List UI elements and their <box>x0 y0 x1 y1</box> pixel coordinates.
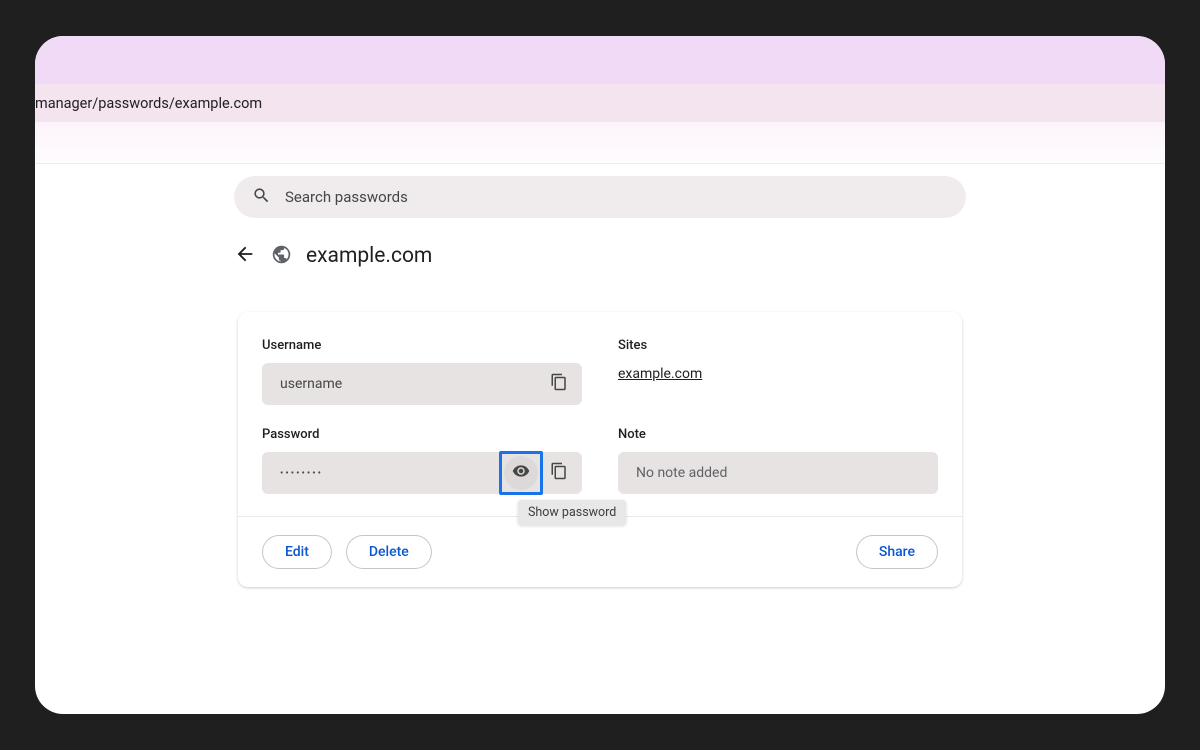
url-text: manager/passwords/example.com <box>35 95 262 112</box>
note-box: No note added <box>618 452 938 494</box>
username-value: username <box>280 376 538 392</box>
page-header: example.com <box>234 244 966 268</box>
show-password-tooltip: Show password <box>518 500 626 525</box>
note-label: Note <box>618 427 938 442</box>
password-input-wrap: •••••••• <box>262 452 582 494</box>
username-label: Username <box>262 338 582 353</box>
search-icon <box>252 186 271 209</box>
username-field: Username username <box>262 338 582 405</box>
copy-username-button[interactable] <box>542 367 576 401</box>
content-area: Search passwords example.com Username <box>35 164 1165 587</box>
password-label: Password <box>262 427 582 442</box>
password-card: Username username Sites example.com <box>238 312 962 587</box>
globe-icon <box>271 244 292 269</box>
share-button[interactable]: Share <box>856 535 938 569</box>
edit-button[interactable]: Edit <box>262 535 332 569</box>
username-input-wrap: username <box>262 363 582 405</box>
eye-icon <box>512 462 530 484</box>
note-field: Note No note added <box>618 427 938 494</box>
sites-label: Sites <box>618 338 938 353</box>
back-button[interactable] <box>234 245 256 267</box>
site-link[interactable]: example.com <box>618 366 702 382</box>
address-bar[interactable]: manager/passwords/example.com <box>35 84 1165 122</box>
tab-strip <box>35 36 1165 84</box>
card-footer: Edit Delete Share <box>238 516 962 587</box>
sites-field: Sites example.com <box>618 338 938 405</box>
site-favicon <box>270 245 292 267</box>
copy-icon <box>550 373 568 395</box>
show-password-button[interactable] <box>504 456 538 490</box>
arrow-left-icon <box>234 243 256 269</box>
browser-window: manager/passwords/example.com Search pas… <box>35 36 1165 714</box>
copy-icon <box>550 462 568 484</box>
password-field: Password •••••••• <box>262 427 582 494</box>
page-title: example.com <box>306 244 432 268</box>
search-placeholder: Search passwords <box>285 188 408 206</box>
note-placeholder: No note added <box>636 465 727 481</box>
copy-password-button[interactable] <box>542 456 576 490</box>
search-input[interactable]: Search passwords <box>234 176 966 218</box>
delete-button[interactable]: Delete <box>346 535 432 569</box>
toolbar-strip <box>35 122 1165 164</box>
password-value: •••••••• <box>280 468 500 479</box>
